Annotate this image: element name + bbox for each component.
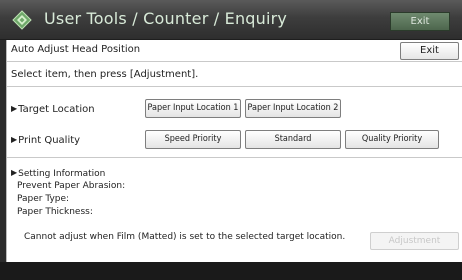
print-quality-label-text: Print Quality (18, 135, 81, 146)
triangle-right-icon: ▶ (11, 104, 18, 113)
instruction-text: Select item, then press [Adjustment]. (11, 69, 199, 80)
divider (7, 86, 462, 87)
target-location-label-text: Target Location (18, 104, 95, 115)
target-location-label: ▶Target Location (11, 104, 95, 115)
print-quality-label: ▶Print Quality (11, 135, 80, 146)
title-exit-button[interactable]: Exit (390, 12, 450, 31)
paper-input-location-1-button[interactable]: Paper Input Location 1 (145, 99, 241, 118)
adjust-restriction-note: Cannot adjust when Film (Matted) is set … (24, 232, 346, 242)
prevent-paper-abrasion-info: Prevent Paper Abrasion: (17, 181, 126, 191)
page-title: Auto Adjust Head Position (11, 44, 141, 55)
setting-information-heading: ▶Setting Information (11, 168, 105, 179)
paper-input-location-2-button[interactable]: Paper Input Location 2 (245, 99, 341, 118)
user-tools-icon (12, 10, 32, 30)
paper-thickness-info: Paper Thickness: (17, 207, 93, 217)
triangle-right-icon: ▶ (11, 168, 18, 177)
footer-bar (0, 262, 462, 280)
window-title: User Tools / Counter / Enquiry (44, 9, 288, 28)
panel-header: Auto Adjust Head Position Exit (7, 40, 462, 62)
adjustment-button[interactable]: Adjustment (370, 232, 459, 250)
speed-priority-button[interactable]: Speed Priority (145, 130, 241, 149)
setting-information-heading-text: Setting Information (18, 169, 106, 179)
divider (7, 157, 462, 158)
title-bar: User Tools / Counter / Enquiry Exit (0, 0, 462, 40)
triangle-right-icon: ▶ (11, 135, 18, 144)
exit-button[interactable]: Exit (400, 42, 459, 60)
quality-priority-button[interactable]: Quality Priority (345, 130, 439, 149)
main-panel: Auto Adjust Head Position Exit Select it… (6, 40, 462, 262)
standard-button[interactable]: Standard (245, 130, 341, 149)
paper-type-info: Paper Type: (17, 194, 70, 204)
